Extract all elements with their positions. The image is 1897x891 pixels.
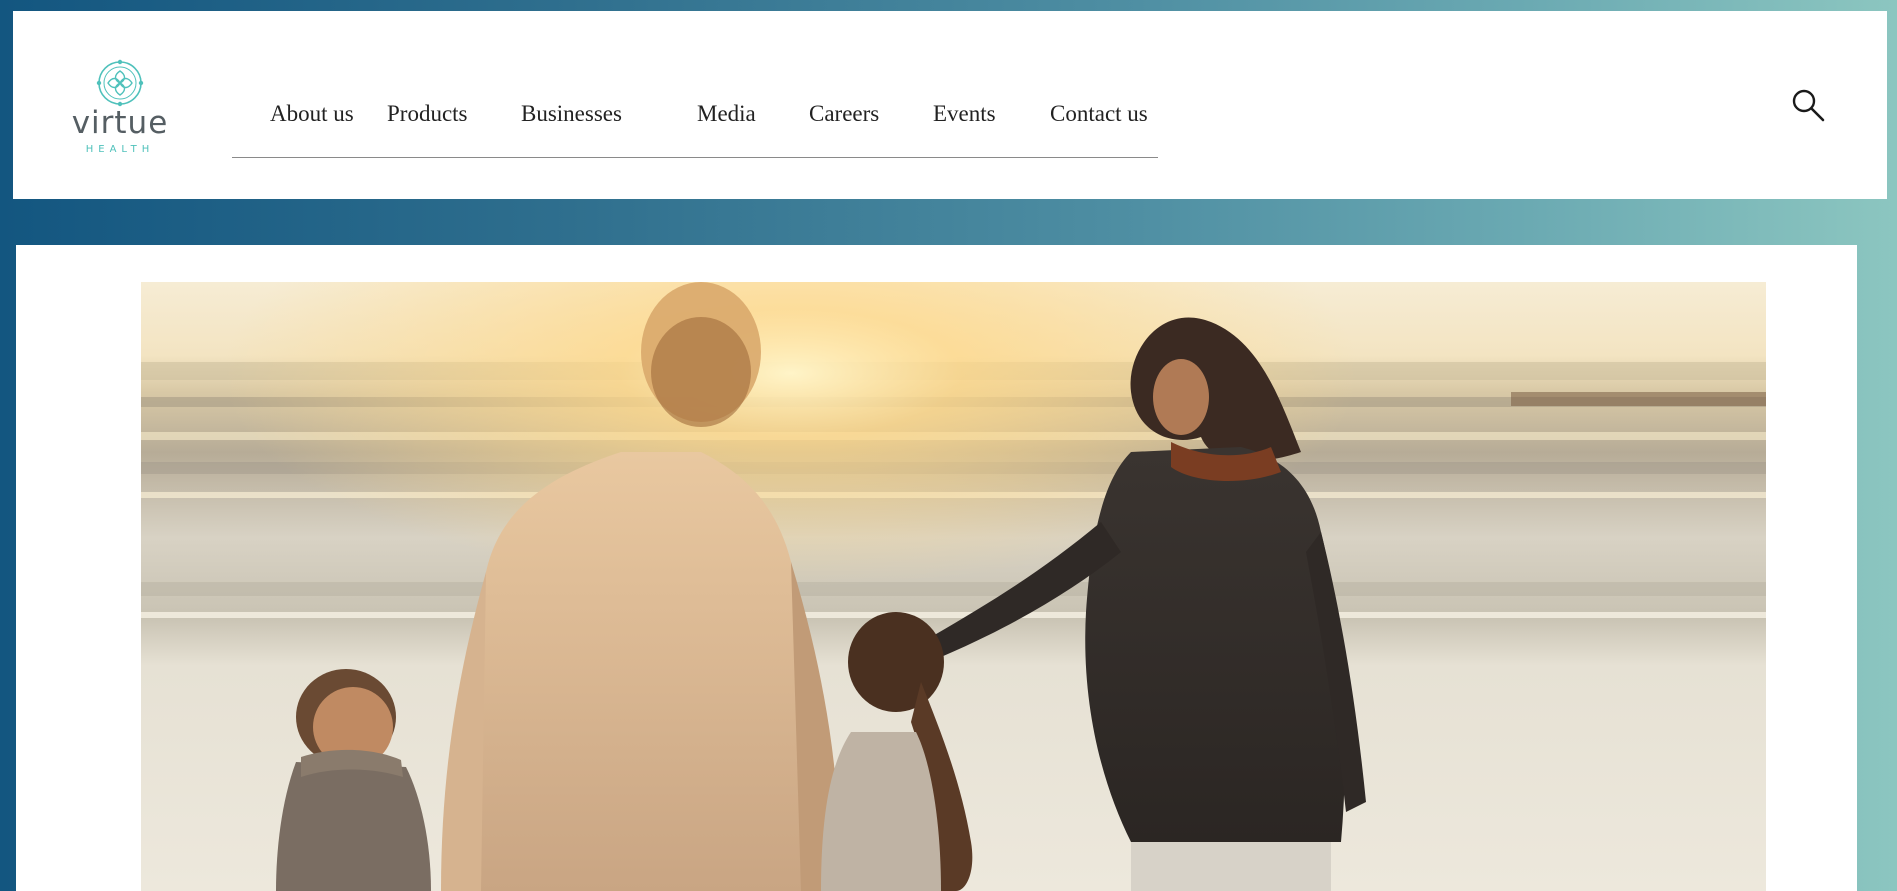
nav-item-contact-us[interactable]: Contact us (1050, 100, 1148, 128)
search-icon[interactable] (1790, 87, 1826, 123)
family-beach-sunset-photo (141, 282, 1766, 891)
nav-item-media[interactable]: Media (697, 100, 756, 128)
main-nav: About us Products Businesses Media Caree… (232, 85, 1158, 158)
nav-item-businesses[interactable]: Businesses (521, 100, 622, 128)
nav-item-careers[interactable]: Careers (809, 100, 879, 128)
nav-item-events[interactable]: Events (933, 100, 996, 128)
hero-image (141, 282, 1766, 891)
nav-item-about-us[interactable]: About us (270, 100, 354, 128)
floral-knot-logo-icon (96, 59, 144, 107)
brand-logo[interactable]: virtue HEALTH (60, 58, 180, 158)
brand-tagline: HEALTH (85, 144, 155, 155)
site-header: virtue HEALTH About us Products Business… (13, 11, 1887, 199)
nav-item-products[interactable]: Products (387, 100, 468, 128)
brand-name: virtue (71, 105, 169, 141)
